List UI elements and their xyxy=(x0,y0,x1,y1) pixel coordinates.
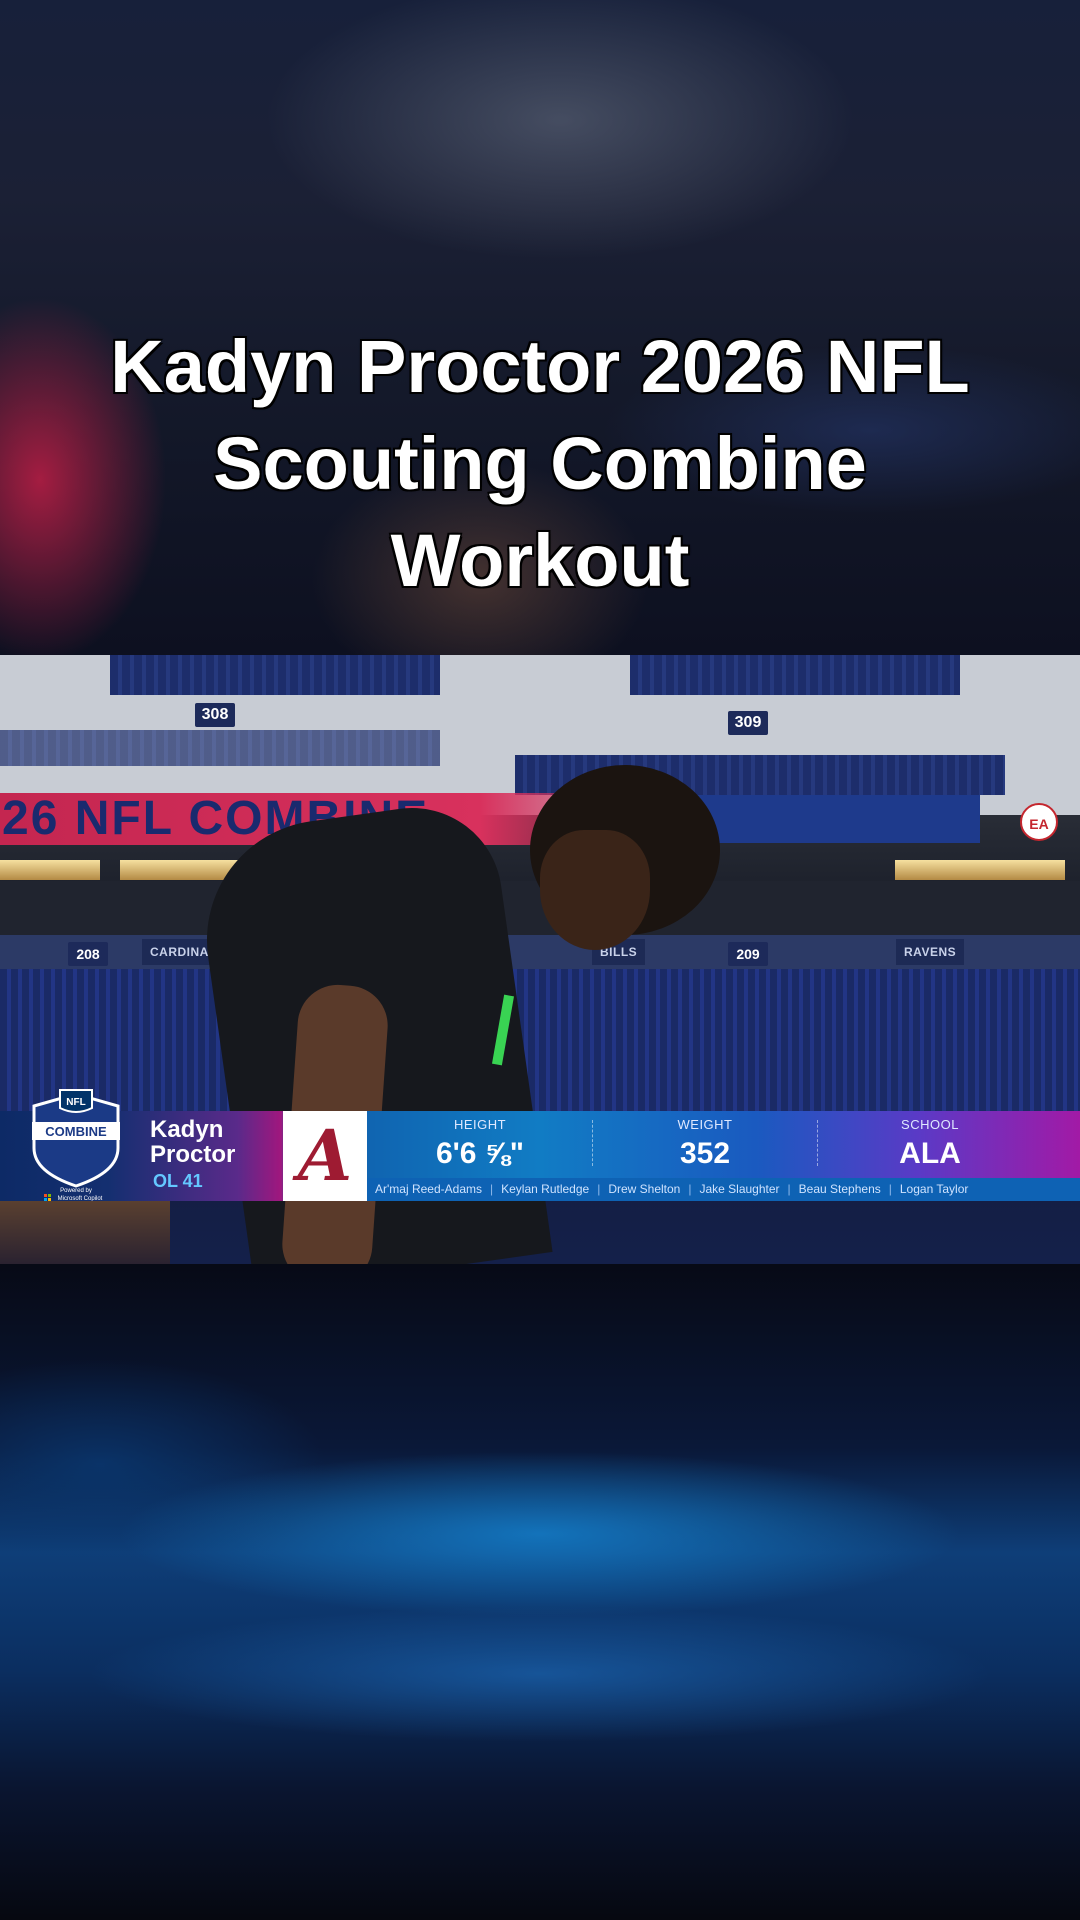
concourse-light xyxy=(0,860,100,880)
ticker-item: Beau Stephens xyxy=(798,1182,881,1196)
stat-divider xyxy=(817,1120,818,1166)
stat-school: SCHOOL ALA xyxy=(845,1117,1015,1174)
title-line-2: Scouting Combine xyxy=(213,422,867,505)
stat-height: HEIGHT 6'6 ⅝" xyxy=(395,1117,565,1174)
ticker-item: Drew Shelton xyxy=(608,1182,681,1196)
title-line-1: Kadyn Proctor 2026 NFL xyxy=(110,325,970,408)
player-last-name: Proctor xyxy=(150,1141,236,1168)
ticker-item: Logan Taylor xyxy=(899,1182,969,1196)
sideline-people xyxy=(0,1201,170,1264)
stat-label: SCHOOL xyxy=(901,1117,959,1132)
section-sign: 308 xyxy=(195,703,235,727)
ticker-item: Ar'maj Reed-Adams xyxy=(375,1182,482,1196)
ticker-item: Jake Slaughter xyxy=(699,1182,780,1196)
alabama-logo: A xyxy=(283,1111,367,1201)
sponsor-line-1: Powered by xyxy=(60,1188,92,1194)
stat-value: 352 xyxy=(679,1137,731,1170)
stat-value: ALA xyxy=(899,1137,961,1170)
stat-divider xyxy=(592,1120,593,1166)
section-sign: 309 xyxy=(728,711,768,735)
alabama-a-icon: A xyxy=(297,1114,353,1197)
blurred-background-bottom xyxy=(0,1264,1080,1920)
nfl-shield-text: NFL xyxy=(66,1097,85,1108)
video-title-caption: Kadyn Proctor 2026 NFL Scouting Combine … xyxy=(40,318,1040,609)
player-position: OL 41 xyxy=(153,1171,203,1191)
section-sign: 208 xyxy=(68,942,108,966)
stat-label: WEIGHT xyxy=(677,1117,733,1132)
player-name: Kadyn Proctor xyxy=(150,1117,235,1167)
nfl-combine-logo: NFL COMBINE Powered by Microsoft Copilot xyxy=(32,1089,120,1202)
ticker-item: Keylan Rutledge xyxy=(501,1182,590,1196)
player-ticker: Ar'maj Reed-Adams | Keylan Rutledge | Drew S… xyxy=(367,1178,1080,1201)
section-sign: 209 xyxy=(728,942,768,966)
stat-value: 6'6 ⅝" xyxy=(435,1137,525,1170)
team-tag: RAVENS xyxy=(896,939,965,965)
stat-weight: WEIGHT 352 xyxy=(620,1117,790,1174)
seat-block xyxy=(0,730,440,766)
player-first-name: Kadyn xyxy=(150,1116,224,1143)
title-line-3: Workout xyxy=(390,519,690,602)
combine-wordmark: COMBINE xyxy=(45,1124,107,1139)
ea-sports-logo: EA xyxy=(1020,803,1058,841)
player-face xyxy=(540,830,650,950)
seat-block xyxy=(110,655,440,695)
seat-block xyxy=(630,655,960,695)
stat-label: HEIGHT xyxy=(453,1117,507,1132)
concourse-light xyxy=(895,860,1065,880)
